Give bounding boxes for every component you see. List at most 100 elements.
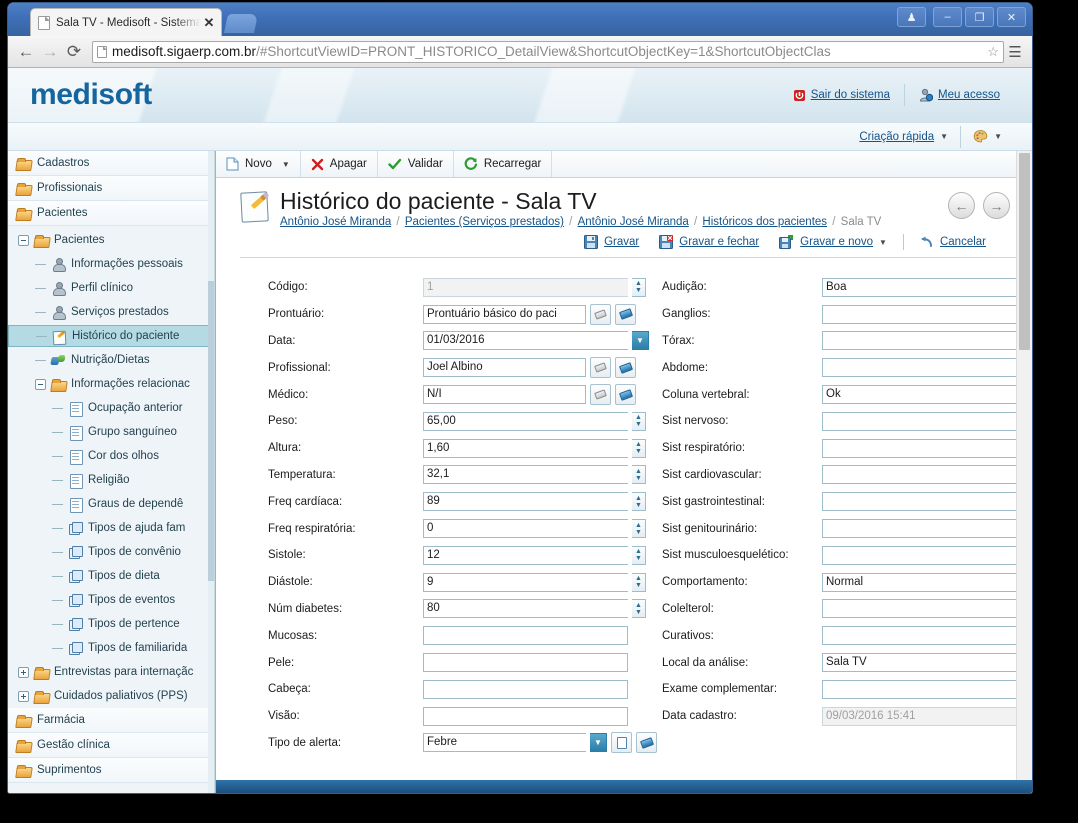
account-link[interactable]: Meu acesso	[905, 88, 1014, 102]
sidebar-item-hist-rico-do-paciente[interactable]: Histórico do paciente	[8, 325, 214, 347]
main-horizontal-scrollbar[interactable]	[216, 780, 1032, 793]
input-t-rax[interactable]	[822, 331, 1025, 351]
sidebar-item-entrevistas-para-interna-c[interactable]: Entrevistas para internaçãc	[8, 660, 214, 684]
sidebar-item-informa-es-relacionac[interactable]: Informações relacionac	[8, 372, 214, 396]
spin-up-icon[interactable]: ▲	[635, 495, 642, 502]
input-sist-cardiovascular[interactable]	[822, 465, 1025, 485]
edit-lookup-button[interactable]	[615, 384, 636, 406]
forward-icon[interactable]: →	[38, 43, 62, 60]
breadcrumb-item[interactable]: Históricos dos pacientes	[702, 216, 827, 228]
sidebar-item-tipos-de-eventos[interactable]: Tipos de eventos	[8, 588, 214, 612]
combo-dropdown-button[interactable]: ▼	[590, 733, 607, 753]
restore-icon[interactable]: ❐	[965, 7, 994, 27]
browser-menu-icon[interactable]: ☰	[1004, 43, 1026, 61]
input-tipo-de-alerta[interactable]: Febre	[423, 733, 586, 753]
spinner-buttons[interactable]: ▲ ▼	[632, 492, 646, 512]
spinner-buttons[interactable]: ▲ ▼	[632, 465, 646, 485]
sidebar-root-cadastros[interactable]: Cadastros	[8, 151, 214, 176]
spinner-buttons[interactable]: ▲ ▼	[632, 599, 646, 619]
input-sist-gastrointestinal[interactable]	[822, 492, 1025, 512]
reload-button[interactable]: Recarregar	[454, 151, 553, 177]
input-sist-genitourin-rio[interactable]	[822, 519, 1025, 539]
input-mucosas[interactable]	[423, 626, 628, 646]
sidebar-item-perfil-cl-nico[interactable]: Perfil clínico	[8, 276, 214, 300]
sidebar-root-profissionais[interactable]: Profissionais	[8, 176, 214, 201]
input-comportamento[interactable]: Normal	[822, 572, 1025, 592]
input-sist-nervoso[interactable]	[822, 411, 1025, 431]
input-temperatura[interactable]: 32,1	[423, 465, 628, 485]
previous-record-button[interactable]: ←	[948, 192, 975, 219]
clear-lookup-button[interactable]	[590, 303, 611, 325]
spin-down-icon[interactable]: ▼	[635, 582, 642, 589]
minimize-icon[interactable]: –	[933, 7, 962, 27]
input-curativos[interactable]	[822, 626, 1025, 646]
spin-up-icon[interactable]: ▲	[635, 280, 642, 287]
expand-icon[interactable]	[18, 666, 29, 678]
sidebar-item-grupo-sangu-neo[interactable]: Grupo sanguíneo	[8, 420, 214, 444]
spinner-buttons[interactable]: ▲ ▼	[632, 545, 646, 565]
input-exame-complementar[interactable]	[822, 679, 1025, 699]
next-record-button[interactable]: →	[983, 192, 1010, 219]
save-and-close-button[interactable]: Gravar e fechar	[649, 235, 769, 249]
input-m-dico[interactable]: N/I	[423, 385, 586, 405]
input-prontu-rio[interactable]: Prontuário básico do paci	[423, 304, 586, 324]
edit-lookup-button[interactable]	[615, 357, 636, 379]
reload-icon[interactable]: ⟳	[62, 43, 86, 60]
input-n-m-diabetes[interactable]: 80	[423, 599, 628, 619]
input-altura[interactable]: 1,60	[423, 438, 628, 458]
sidebar-item-pacientes[interactable]: Pacientes	[8, 228, 214, 252]
spin-down-icon[interactable]: ▼	[635, 529, 642, 536]
close-window-icon[interactable]: ✕	[997, 7, 1026, 27]
input-vis-o[interactable]	[423, 706, 628, 726]
address-bar[interactable]: medisoft.sigaerp.com.br/#ShortcutViewID=…	[92, 40, 1004, 63]
expand-icon[interactable]	[18, 690, 29, 702]
save-button[interactable]: Gravar	[574, 235, 649, 249]
spinner-buttons[interactable]: ▲ ▼	[632, 277, 646, 297]
input-sistole[interactable]: 12	[423, 545, 628, 565]
scrollbar-thumb[interactable]	[1019, 153, 1030, 350]
new-tab-button[interactable]	[223, 14, 259, 33]
sidebar-item-tipos-de-dieta[interactable]: Tipos de dieta	[8, 564, 214, 588]
user-profile-icon[interactable]: ♟	[897, 7, 926, 27]
input-cabe-a[interactable]	[423, 679, 628, 699]
spin-down-icon[interactable]: ▼	[635, 475, 642, 482]
sidebar-item-tipos-de-pertence[interactable]: Tipos de pertence	[8, 612, 214, 636]
breadcrumb-item[interactable]: Antônio José Miranda	[578, 216, 689, 228]
spin-down-icon[interactable]: ▼	[635, 555, 642, 562]
edit-item-button[interactable]	[636, 732, 657, 754]
input-freq-respirat-ria[interactable]: 0	[423, 519, 628, 539]
sidebar-item-ocupa-o-anterior[interactable]: Ocupação anterior	[8, 396, 214, 420]
input-profissional[interactable]: Joel Albino	[423, 358, 586, 378]
input-sist-respirat-rio[interactable]	[822, 438, 1025, 458]
edit-lookup-button[interactable]	[615, 303, 636, 325]
sidebar-item-tipos-de-conv-nio[interactable]: Tipos de convênio	[8, 540, 214, 564]
sidebar-item-tipos-de-ajuda-fam[interactable]: Tipos de ajuda fam	[8, 516, 214, 540]
sidebar-root-gest-o-cl-nica[interactable]: Gestão clínica	[8, 733, 214, 758]
spin-up-icon[interactable]: ▲	[635, 575, 642, 582]
spin-down-icon[interactable]: ▼	[635, 502, 642, 509]
input-sist-musculoesquel-tico[interactable]	[822, 545, 1025, 565]
input-peso[interactable]: 65,00	[423, 411, 628, 431]
quick-create-menu[interactable]: Criação rápida ▼	[847, 131, 960, 143]
input-freq-card-aca[interactable]: 89	[423, 492, 628, 512]
sidebar-item-tipos-de-familiarida[interactable]: Tipos de familiarida	[8, 636, 214, 660]
spinner-buttons[interactable]: ▲ ▼	[632, 438, 646, 458]
sidebar-root-suprimentos[interactable]: Suprimentos	[8, 758, 214, 783]
input-local-da-an-lise[interactable]: Sala TV	[822, 653, 1025, 673]
input-coluna-vertebral[interactable]: Ok	[822, 385, 1025, 405]
sidebar-item-nutri-o-dietas[interactable]: Nutrição/Dietas	[8, 348, 214, 372]
bookmark-star-icon[interactable]: ☆	[987, 44, 999, 60]
sidebar-item-informa-es-pessoais[interactable]: Informações pessoais	[8, 252, 214, 276]
sidebar-item-servi-os-prestados[interactable]: Serviços prestados	[8, 300, 214, 324]
input-audi-o[interactable]: Boa	[822, 277, 1025, 297]
sidebar-item-graus-de-depend-[interactable]: Graus de dependê	[8, 492, 214, 516]
spinner-buttons[interactable]: ▲ ▼	[632, 572, 646, 592]
spin-down-icon[interactable]: ▼	[635, 287, 642, 294]
input-abdome[interactable]	[822, 358, 1025, 378]
breadcrumb-item[interactable]: Antônio José Miranda	[280, 216, 391, 228]
input-colelterol[interactable]	[822, 599, 1025, 619]
clear-lookup-button[interactable]	[590, 384, 611, 406]
spin-down-icon[interactable]: ▼	[635, 421, 642, 428]
sidebar-item-cor-dos-olhos[interactable]: Cor dos olhos	[8, 444, 214, 468]
sidebar-scrollbar[interactable]	[208, 151, 214, 793]
